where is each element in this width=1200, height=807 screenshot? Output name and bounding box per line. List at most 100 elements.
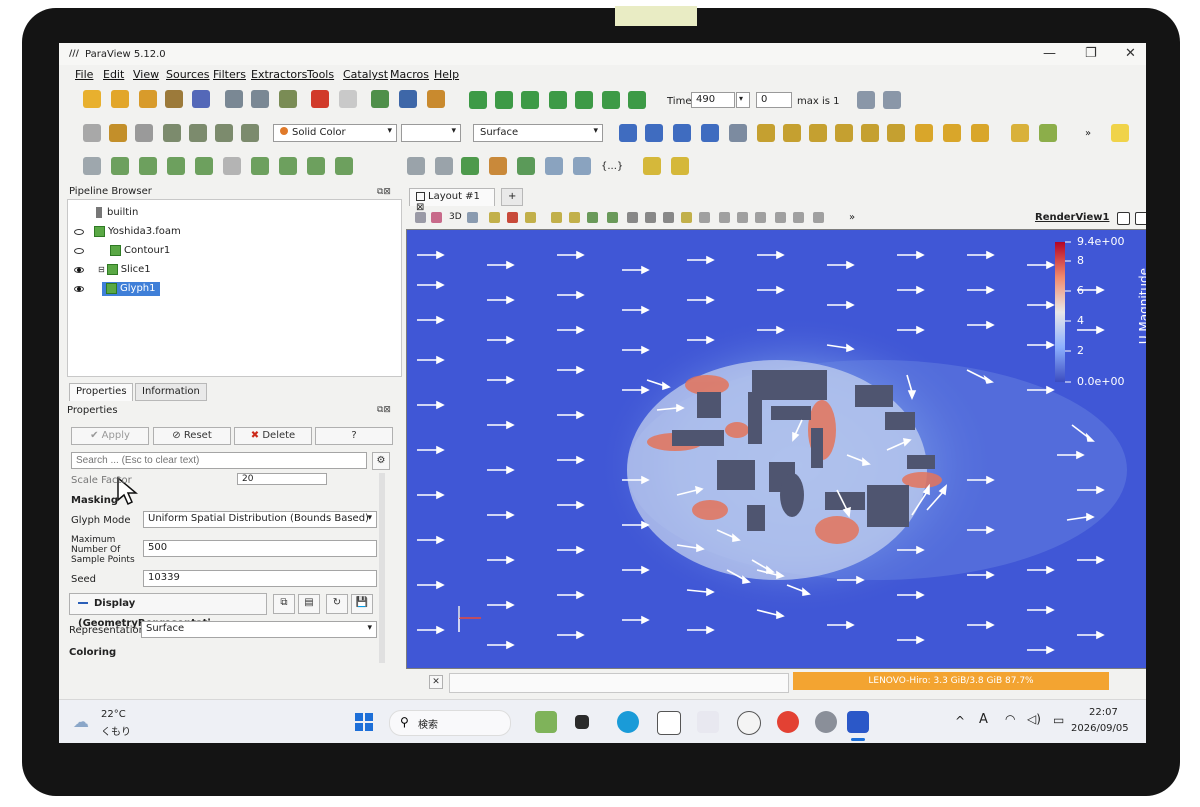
chrome-browser-icon[interactable] [777,711,799,733]
tree-item-slice1[interactable]: ⊟ Slice1 [98,263,151,277]
set-view-plus-x-icon[interactable] [757,124,775,142]
zoom-data-icon[interactable] [857,91,875,109]
add-layout-button[interactable]: + [501,188,523,206]
render-canvas[interactable] [407,230,1146,668]
close-button[interactable]: ✕ [1125,46,1136,61]
max-sample-points-input[interactable]: 500 [143,540,377,557]
slice-icon[interactable] [167,157,185,175]
rescale-visible-icon[interactable] [241,124,259,142]
light-kit-icon[interactable] [1111,124,1129,142]
play-icon[interactable] [549,91,567,109]
clear-selection-icon[interactable] [663,212,674,223]
screenshot-icon[interactable] [431,212,442,223]
view-direction-icon[interactable] [729,124,747,142]
advanced-toggle-icon[interactable]: ⚙ [372,452,390,470]
save-defaults-icon[interactable]: 💾 [351,594,373,614]
rescale-temporal-icon[interactable] [215,124,233,142]
point-select-icon[interactable] [737,212,748,223]
plot-over-line-icon[interactable] [435,157,453,175]
maximize-button[interactable]: ❐ [1085,46,1097,61]
connect-icon[interactable] [165,90,183,108]
menu-view[interactable]: View [133,68,159,81]
rotate-cw-icon[interactable] [943,124,961,142]
render-view-label[interactable]: RenderView1 [1035,212,1109,223]
coloring-combo[interactable]: Solid Color ▾ [273,124,397,142]
seed-input[interactable]: 10339 [143,570,377,587]
chevron-up-icon[interactable]: ^ [955,714,965,728]
time-dropdown-arrow[interactable]: ▾ [736,92,750,108]
toggle-3d-button[interactable]: 3D [449,212,462,222]
clip-icon[interactable] [139,157,157,175]
hover-points-icon[interactable] [587,212,598,223]
select-block-icon[interactable] [551,212,562,223]
toolbar-overflow-button[interactable]: » [1085,128,1091,139]
hover-cells-icon[interactable] [607,212,618,223]
glyph-mode-select[interactable]: Uniform Spatial Distribution (Bounds Bas… [143,511,377,528]
protractor-icon[interactable] [671,157,689,175]
eye-hidden-icon[interactable] [74,248,84,254]
snipping-tool-icon[interactable] [697,711,719,733]
set-view-plus-z-icon[interactable] [861,124,879,142]
save-file-icon[interactable] [111,90,129,108]
help-query-icon[interactable] [775,212,786,223]
collapse-icon[interactable]: ⊟ [98,265,105,274]
color-map-icon[interactable] [109,124,127,142]
axes-grid-icon[interactable] [1011,124,1029,142]
particle-tracer-icon[interactable] [573,157,591,175]
reset-button[interactable]: ⊘ Reset [153,427,231,445]
output-close-icon[interactable]: ✕ [429,675,443,689]
tab-layout-1[interactable]: Layout #1 ⊠ [409,188,495,213]
zoom-to-data-icon[interactable] [673,124,691,142]
search-input[interactable] [71,452,367,469]
eye-hidden-icon[interactable] [74,229,84,235]
weather-temp[interactable]: 22°C [101,709,126,720]
split-vertical-icon[interactable] [1135,212,1146,225]
temporal-icon[interactable] [517,157,535,175]
load-state-icon[interactable] [139,90,157,108]
reverse-play-icon[interactable] [521,91,539,109]
toggle-visibility-icon[interactable] [83,124,101,142]
histogram-icon[interactable] [461,157,479,175]
scale-factor-input[interactable]: 20 [237,473,327,485]
edit-colormap-icon[interactable] [135,124,153,142]
last-frame-icon[interactable] [602,91,620,109]
set-view-plus-y-icon[interactable] [809,124,827,142]
clock-time[interactable]: 22:07 [1089,707,1118,718]
time-index-spinbox[interactable]: 0 [756,92,792,108]
extract-subset-icon[interactable] [223,157,241,175]
wifi-icon[interactable]: ◠ [1005,712,1015,726]
isometric-view-icon[interactable] [915,124,933,142]
previous-frame-icon[interactable] [495,91,513,109]
first-frame-icon[interactable] [469,91,487,109]
stream-tracer-icon[interactable] [279,157,297,175]
eye-visible-icon[interactable] [74,286,84,292]
shrink-selection-icon[interactable] [645,212,656,223]
loop-icon[interactable] [628,91,646,109]
tab-information[interactable]: Information [135,383,207,401]
menu-tools[interactable]: Tools [307,68,334,81]
cell-query-icon[interactable] [755,212,766,223]
set-view-minus-x-icon[interactable] [783,124,801,142]
menu-extractors[interactable]: Extractors [251,68,307,81]
time-value-input[interactable]: 490 [691,92,735,108]
zoom-to-box-icon[interactable] [701,124,719,142]
edge-browser-icon[interactable] [617,711,639,733]
ruler-select-icon[interactable] [719,212,730,223]
app-terminal-icon[interactable] [575,715,589,729]
app-chameleon-icon[interactable] [535,711,557,733]
reset-session-icon[interactable] [371,90,389,108]
descriptive-stats-icon[interactable] [489,157,507,175]
eye-visible-icon[interactable] [74,267,84,273]
pipeline-panel-buttons[interactable]: ⧉⊠ [377,187,391,197]
ruler-icon[interactable] [643,157,661,175]
split-horizontal-icon[interactable] [1117,212,1130,225]
ime-indicator[interactable]: A [979,712,988,727]
edit-selection-icon[interactable] [681,212,692,223]
menu-edit[interactable]: Edit [103,68,124,81]
volume-icon[interactable]: ◁) [1027,712,1041,726]
camera-undo-icon[interactable] [251,90,269,108]
rescale-custom-icon[interactable] [189,124,207,142]
taskbar-search-box[interactable]: ⚲ 検索 [389,710,511,736]
representation-combo[interactable]: Surface ▾ [473,124,603,142]
memory-inspector-bar[interactable]: LENOVO-Hiro: 3.3 GiB/3.8 GiB 87.7% [793,672,1109,690]
